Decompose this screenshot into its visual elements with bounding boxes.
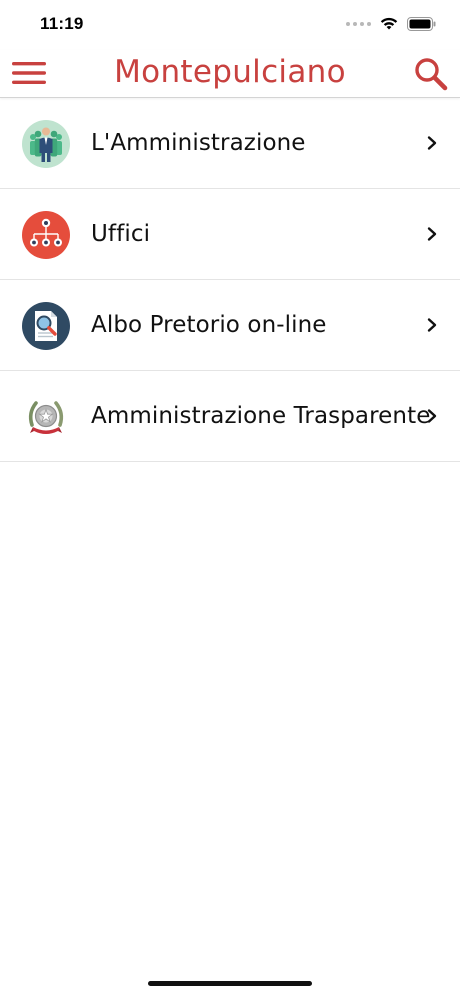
chevron-right-icon [427,318,437,332]
battery-icon [407,16,436,31]
search-icon [415,58,448,91]
list-item-label: Albo Pretorio on-line [91,312,327,338]
chevron-right-icon [427,136,437,150]
app-header: Montepulciano [0,50,460,98]
org-chart-icon [22,211,70,259]
list-item-label: L'Amministrazione [91,130,306,156]
document-search-icon [22,302,70,350]
people-group-icon [22,120,70,168]
menu-list: L'Amministrazione Uffici Albo Pretorio o… [0,98,460,462]
menu-button[interactable] [10,56,48,90]
list-item-label: Uffici [91,221,151,247]
home-indicator[interactable] [148,981,312,986]
status-bar: 11:19 [0,0,460,50]
chevron-right-icon [427,409,437,423]
wifi-icon [380,17,398,30]
status-indicators [346,16,436,31]
list-item-uffici[interactable]: Uffici [0,189,460,280]
hamburger-menu-icon [12,62,46,84]
page-title: Montepulciano [114,54,346,90]
chevron-right-icon [427,227,437,241]
search-button[interactable] [412,55,450,93]
italian-emblem-icon [28,401,64,434]
list-item-amministrazione[interactable]: L'Amministrazione [0,98,460,189]
list-item-label: Amministrazione Trasparente [91,403,431,429]
list-item-amministrazione-trasparente[interactable]: Amministrazione Trasparente [0,371,460,462]
list-item-albo-pretorio[interactable]: Albo Pretorio on-line [0,280,460,371]
status-time: 11:19 [40,14,84,33]
cellular-signal-icon [346,21,371,26]
